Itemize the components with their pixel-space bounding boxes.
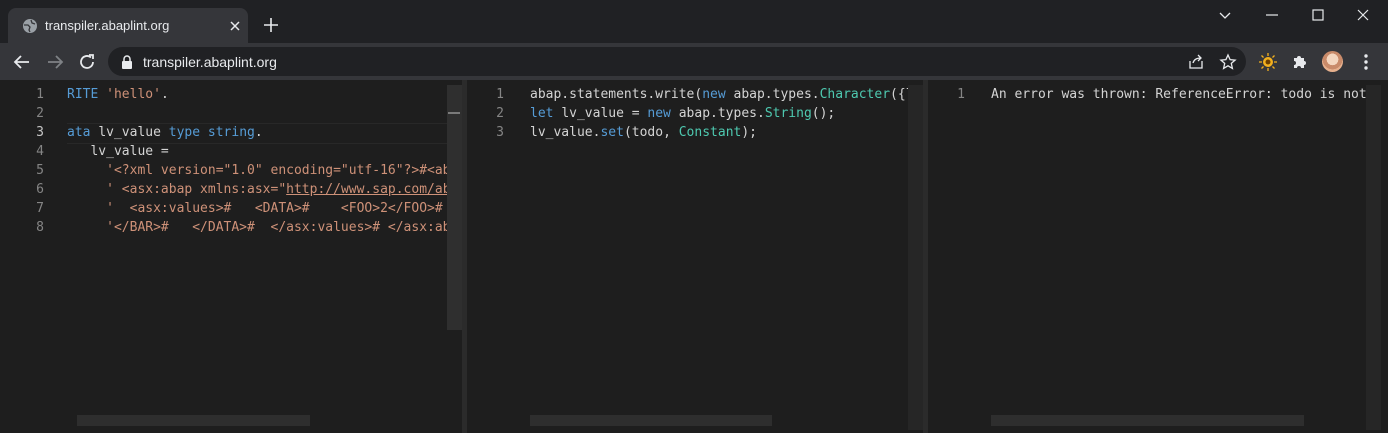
code-token: Character (819, 87, 891, 102)
code-token: Constant (678, 125, 742, 140)
plus-icon[interactable] (262, 16, 280, 34)
code-line[interactable]: An error was thrown: ReferenceError: tod… (991, 85, 1366, 104)
close-window-icon[interactable] (1354, 6, 1372, 24)
js-editor[interactable]: 1 2 3 abap.statements.write(new abap.types.… (467, 85, 923, 430)
close-icon[interactable] (227, 18, 243, 34)
code-token: ); (741, 125, 758, 140)
line-number: 4 (36, 144, 44, 159)
line-number: 1 (36, 87, 44, 102)
maximize-icon[interactable] (1309, 6, 1327, 24)
code-token: lv_value. (530, 125, 601, 140)
browser-toolbar: transpiler.abaplint.org (0, 43, 1388, 80)
address-bar[interactable]: transpiler.abaplint.org (108, 47, 1246, 76)
line-number: 2 (496, 106, 504, 121)
code-token: string (207, 125, 255, 140)
output-editor[interactable]: 1 An error was thrown: ReferenceError: to… (928, 85, 1381, 430)
code-line[interactable]: lv_value.set(todo, Constant); (530, 123, 908, 142)
vertical-scrollbar[interactable] (1366, 85, 1381, 430)
forward-icon[interactable] (45, 52, 65, 72)
line-number: 6 (36, 182, 44, 197)
code-line[interactable]: ' <asx:abap xmlns:asx="http://www.sap.co… (67, 180, 447, 199)
line-number: 3 (36, 125, 44, 140)
minimize-icon[interactable] (1263, 6, 1281, 24)
lock-icon[interactable] (121, 55, 133, 69)
code-token: 'hello' (106, 87, 161, 102)
code-token: (todo, (623, 125, 679, 140)
code-token: '</BAR># </DATA># </asx:values># </asx:a… (67, 220, 447, 235)
line-number: 3 (496, 125, 504, 140)
url-text: transpiler.abaplint.org (143, 54, 277, 70)
code-token: lv_value (98, 125, 169, 140)
code-token: abap.statements.write( (530, 87, 703, 102)
code-token: ' <asx:abap xmlns:asx=" (67, 182, 287, 197)
puzzle-icon[interactable] (1290, 52, 1310, 72)
vertical-scrollbar[interactable] (908, 85, 923, 430)
chevron-down-icon[interactable] (1216, 6, 1234, 24)
code-line[interactable]: RITE 'hello'. (67, 85, 447, 104)
code-token: An error was thrown: ReferenceError: tod… (991, 87, 1366, 102)
vertical-scrollbar[interactable] (447, 85, 462, 330)
code-token: abap.types. (733, 87, 820, 102)
line-number: 5 (36, 163, 44, 178)
code-token: . (254, 125, 263, 140)
code-token: RITE (67, 87, 107, 102)
code-line[interactable] (67, 104, 447, 123)
code-token: String (764, 106, 812, 121)
code-token: new (647, 106, 679, 121)
code-line[interactable]: ' <asx:values># <DATA># <FOO>2</FOO># (67, 199, 447, 218)
back-icon[interactable] (12, 52, 32, 72)
extension-icon[interactable] (1258, 52, 1278, 72)
kebab-menu-icon[interactable] (1356, 52, 1376, 72)
code-line[interactable]: '</BAR># </DATA># </asx:values># </asx:a… (67, 218, 447, 237)
code-token: ata (67, 125, 99, 140)
abap-editor[interactable]: 1 2 3 4 5 6 7 8 RITE 'hello'. ata lv_value type s… (7, 85, 462, 430)
share-icon[interactable] (1187, 53, 1205, 71)
line-number: 1 (496, 87, 504, 102)
code-token: http://www.sap.com/abap (286, 182, 447, 197)
code-token: lv_value = (67, 144, 169, 159)
reload-icon[interactable] (77, 52, 97, 72)
globe-icon (23, 19, 37, 33)
code-line[interactable]: let lv_value = new abap.types.String(); (530, 104, 908, 123)
code-token: set (600, 125, 624, 140)
tab-title: transpiler.abaplint.org (45, 18, 170, 33)
code-token: type (168, 125, 208, 140)
line-number: 7 (36, 201, 44, 216)
code-token: (); (811, 106, 836, 121)
horizontal-scrollbar[interactable] (77, 415, 310, 426)
code-token: . (160, 87, 169, 102)
star-icon[interactable] (1219, 53, 1237, 71)
code-line[interactable]: lv_value = (67, 142, 447, 161)
avatar[interactable] (1322, 51, 1343, 72)
code-token: ' <asx:values># <DATA># <FOO>2</FOO># (67, 201, 443, 216)
code-token: lv_value = (561, 106, 648, 121)
horizontal-scrollbar[interactable] (530, 415, 772, 426)
horizontal-scrollbar[interactable] (991, 415, 1304, 426)
browser-tab[interactable]: transpiler.abaplint.org (8, 8, 248, 43)
line-number: 8 (36, 220, 44, 235)
code-token: ({len (890, 87, 908, 102)
code-line[interactable]: abap.statements.write(new abap.types.Cha… (530, 85, 908, 104)
code-line[interactable]: '<?xml version="1.0" encoding="utf-16"?>… (67, 161, 447, 180)
tab-strip: transpiler.abaplint.org (0, 0, 1388, 43)
page-content: 1 2 3 4 5 6 7 8 RITE 'hello'. ata lv_value type s… (0, 80, 1388, 433)
code-token: abap.types. (678, 106, 765, 121)
scrollbar-position-marker (448, 112, 460, 114)
code-line[interactable]: ata lv_value type string. (67, 123, 447, 142)
line-number: 1 (957, 87, 965, 102)
line-number: 2 (36, 106, 44, 121)
code-token: let (530, 106, 562, 121)
code-token: '<?xml version="1.0" encoding="utf-16"?>… (67, 163, 447, 178)
code-token: new (702, 87, 734, 102)
